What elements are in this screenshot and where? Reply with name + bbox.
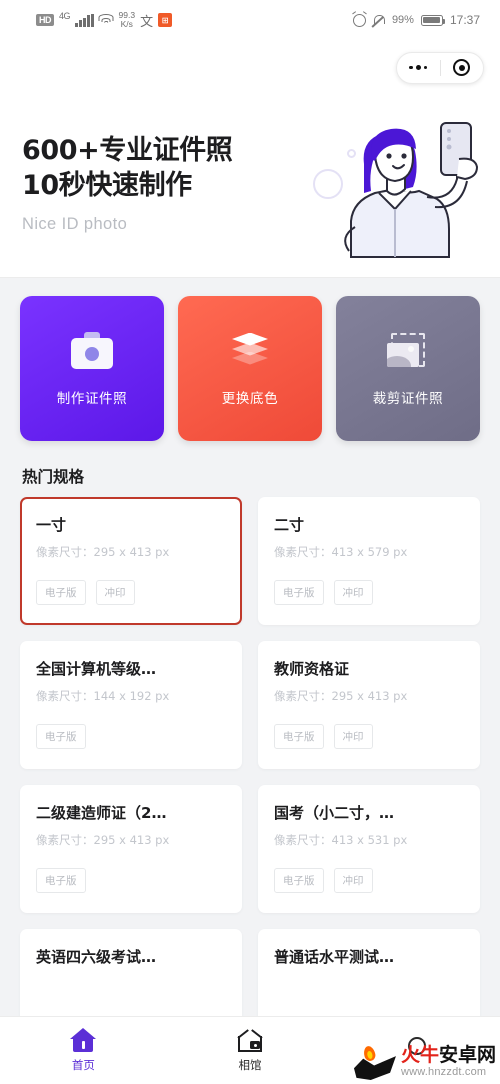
spec-size-value: 295 x 413 px <box>93 833 170 847</box>
capsule-menu-button[interactable] <box>397 65 440 70</box>
tab-profile[interactable] <box>333 1036 500 1065</box>
spec-tag-print[interactable]: 冲印 <box>333 868 373 893</box>
spec-tag-print[interactable]: 冲印 <box>95 580 135 605</box>
network-speed-unit: K/s <box>120 19 133 29</box>
spec-tag-print[interactable]: 冲印 <box>333 724 373 749</box>
capsule-close-button[interactable] <box>441 59 484 76</box>
input-method-icon: 文 <box>140 14 154 30</box>
action-card-make-id-photo[interactable]: 制作证件照 <box>20 296 164 441</box>
tab-home-label: 首页 <box>71 1058 95 1072</box>
hero-banner: 600+专业证件照 10秒快速制作 Nice ID photo <box>0 95 500 278</box>
more-dots-icon <box>409 65 428 70</box>
spec-card-one-inch[interactable]: 一寸 像素尺寸：295 x 413 px 电子版 冲印 <box>20 497 242 625</box>
spec-tags: 电子版 冲印 <box>274 868 464 893</box>
spec-card-two-inch[interactable]: 二寸 像素尺寸：413 x 579 px 电子版 冲印 <box>258 497 480 625</box>
spec-tag-digital[interactable]: 电子版 <box>274 580 324 605</box>
status-bar: HD 4G 99.3 K/s 文 ⊞ 99% 17:37 <box>0 0 500 40</box>
banner-title-line2: 10秒快速制作 <box>22 169 192 201</box>
miniprogram-capsule[interactable] <box>396 51 484 84</box>
spec-name: 国考（小二寸，… <box>274 804 395 822</box>
spec-size-value: 413 x 579 px <box>331 545 408 559</box>
action-card-crop-id-photo[interactable]: 裁剪证件照 <box>336 296 480 441</box>
spec-tags: 电子版 冲印 <box>36 580 226 605</box>
spec-name: 教师资格证 <box>274 660 350 678</box>
battery-percent-label: 99% <box>391 14 414 26</box>
status-bar-right: 99% 17:37 <box>352 13 480 27</box>
spec-tags: 电子版 <box>36 868 226 893</box>
spec-size-prefix: 像素尺寸： <box>36 545 94 559</box>
camera-icon <box>68 331 116 371</box>
spec-size-value: 295 x 413 px <box>93 545 170 559</box>
tab-photo-studio[interactable]: 相馆 <box>167 1028 334 1073</box>
spec-tags: 电子版 冲印 <box>274 724 464 749</box>
spec-name: 全国计算机等级… <box>36 660 157 678</box>
bell-muted-icon <box>373 14 386 27</box>
spec-size-prefix: 像素尺寸： <box>274 689 332 703</box>
action-cards: 制作证件照 更换底色 裁剪证件照 <box>0 278 500 447</box>
network-type-label: 4G <box>59 11 71 21</box>
spec-size: 像素尺寸：144 x 192 px <box>36 688 226 704</box>
status-bar-left: HD 4G 99.3 K/s 文 ⊞ <box>36 11 173 30</box>
spec-size: 像素尺寸：413 x 531 px <box>274 832 464 848</box>
spec-size: 像素尺寸：295 x 413 px <box>36 832 226 848</box>
action-card-label: 制作证件照 <box>56 390 128 407</box>
spec-tag-digital[interactable]: 电子版 <box>36 580 86 605</box>
spec-tag-print[interactable]: 冲印 <box>333 580 373 605</box>
spec-tag-digital[interactable]: 电子版 <box>274 868 324 893</box>
spec-name: 普通话水平测试… <box>274 948 395 966</box>
spec-card-teacher-certificate[interactable]: 教师资格证 像素尺寸：295 x 413 px 电子版 冲印 <box>258 641 480 769</box>
alarm-icon <box>352 13 366 27</box>
spec-tag-digital[interactable]: 电子版 <box>274 724 324 749</box>
spec-name: 二级建造师证（2… <box>36 804 167 822</box>
status-bar-clock: 17:37 <box>449 13 480 27</box>
action-card-label: 更换底色 <box>221 390 279 407</box>
target-circle-icon <box>453 59 471 76</box>
home-icon <box>70 1028 97 1052</box>
tab-photo-studio-label: 相馆 <box>238 1058 262 1072</box>
spec-card-national-exam[interactable]: 国考（小二寸，… 像素尺寸：413 x 531 px 电子版 冲印 <box>258 785 480 913</box>
spec-size-value: 144 x 192 px <box>93 689 170 703</box>
spec-size-prefix: 像素尺寸： <box>36 689 94 703</box>
photo-studio-icon <box>237 1028 263 1052</box>
spec-size-prefix: 像素尺寸： <box>36 833 94 847</box>
bottom-tab-bar: 首页 相馆 <box>0 1016 500 1084</box>
layers-icon <box>226 331 274 371</box>
battery-icon <box>420 14 446 26</box>
app-badge-icon: ⊞ <box>158 13 173 27</box>
capsule-row <box>0 40 500 95</box>
spec-size: 像素尺寸：295 x 413 px <box>274 688 464 704</box>
spec-tag-digital[interactable]: 电子版 <box>36 868 86 893</box>
action-card-change-background[interactable]: 更换底色 <box>178 296 322 441</box>
spec-size: 像素尺寸：295 x 413 px <box>36 544 226 560</box>
spec-tag-digital[interactable]: 电子版 <box>36 724 86 749</box>
section-title-hot-specs: 热门规格 <box>22 468 85 486</box>
spec-tags: 电子版 冲印 <box>274 580 464 605</box>
spec-size: 像素尺寸：413 x 579 px <box>274 544 464 560</box>
spec-grid: 一寸 像素尺寸：295 x 413 px 电子版 冲印 二寸 像素尺寸：413 … <box>0 497 500 1057</box>
network-speed: 99.3 K/s <box>119 11 136 29</box>
crop-image-icon <box>384 331 432 371</box>
spec-tags: 电子版 <box>36 724 226 749</box>
spec-size-prefix: 像素尺寸： <box>274 833 332 847</box>
spec-name: 一寸 <box>36 516 67 534</box>
spec-name: 二寸 <box>274 516 305 534</box>
wifi-icon <box>98 14 114 26</box>
spec-card-computer-rank-exam[interactable]: 全国计算机等级… 像素尺寸：144 x 192 px 电子版 <box>20 641 242 769</box>
banner-title-line1: 600+专业证件照 <box>22 134 233 166</box>
spec-size-prefix: 像素尺寸： <box>274 545 332 559</box>
spec-card-level-2-constructor[interactable]: 二级建造师证（2… 像素尺寸：295 x 413 px 电子版 <box>20 785 242 913</box>
woman-taking-selfie-illustration <box>309 109 494 259</box>
signal-bars-icon <box>75 13 94 27</box>
banner-subtitle: Nice ID photo <box>22 215 128 234</box>
banner-text-block: 600+专业证件照 10秒快速制作 Nice ID photo <box>0 134 309 234</box>
spec-size-value: 413 x 531 px <box>331 833 408 847</box>
spec-size-value: 295 x 413 px <box>331 689 408 703</box>
profile-icon <box>404 1036 430 1060</box>
spec-name: 英语四六级考试… <box>36 948 157 966</box>
tab-home[interactable]: 首页 <box>0 1028 167 1073</box>
action-card-label: 裁剪证件照 <box>372 390 444 407</box>
hd-icon: HD <box>36 14 54 26</box>
